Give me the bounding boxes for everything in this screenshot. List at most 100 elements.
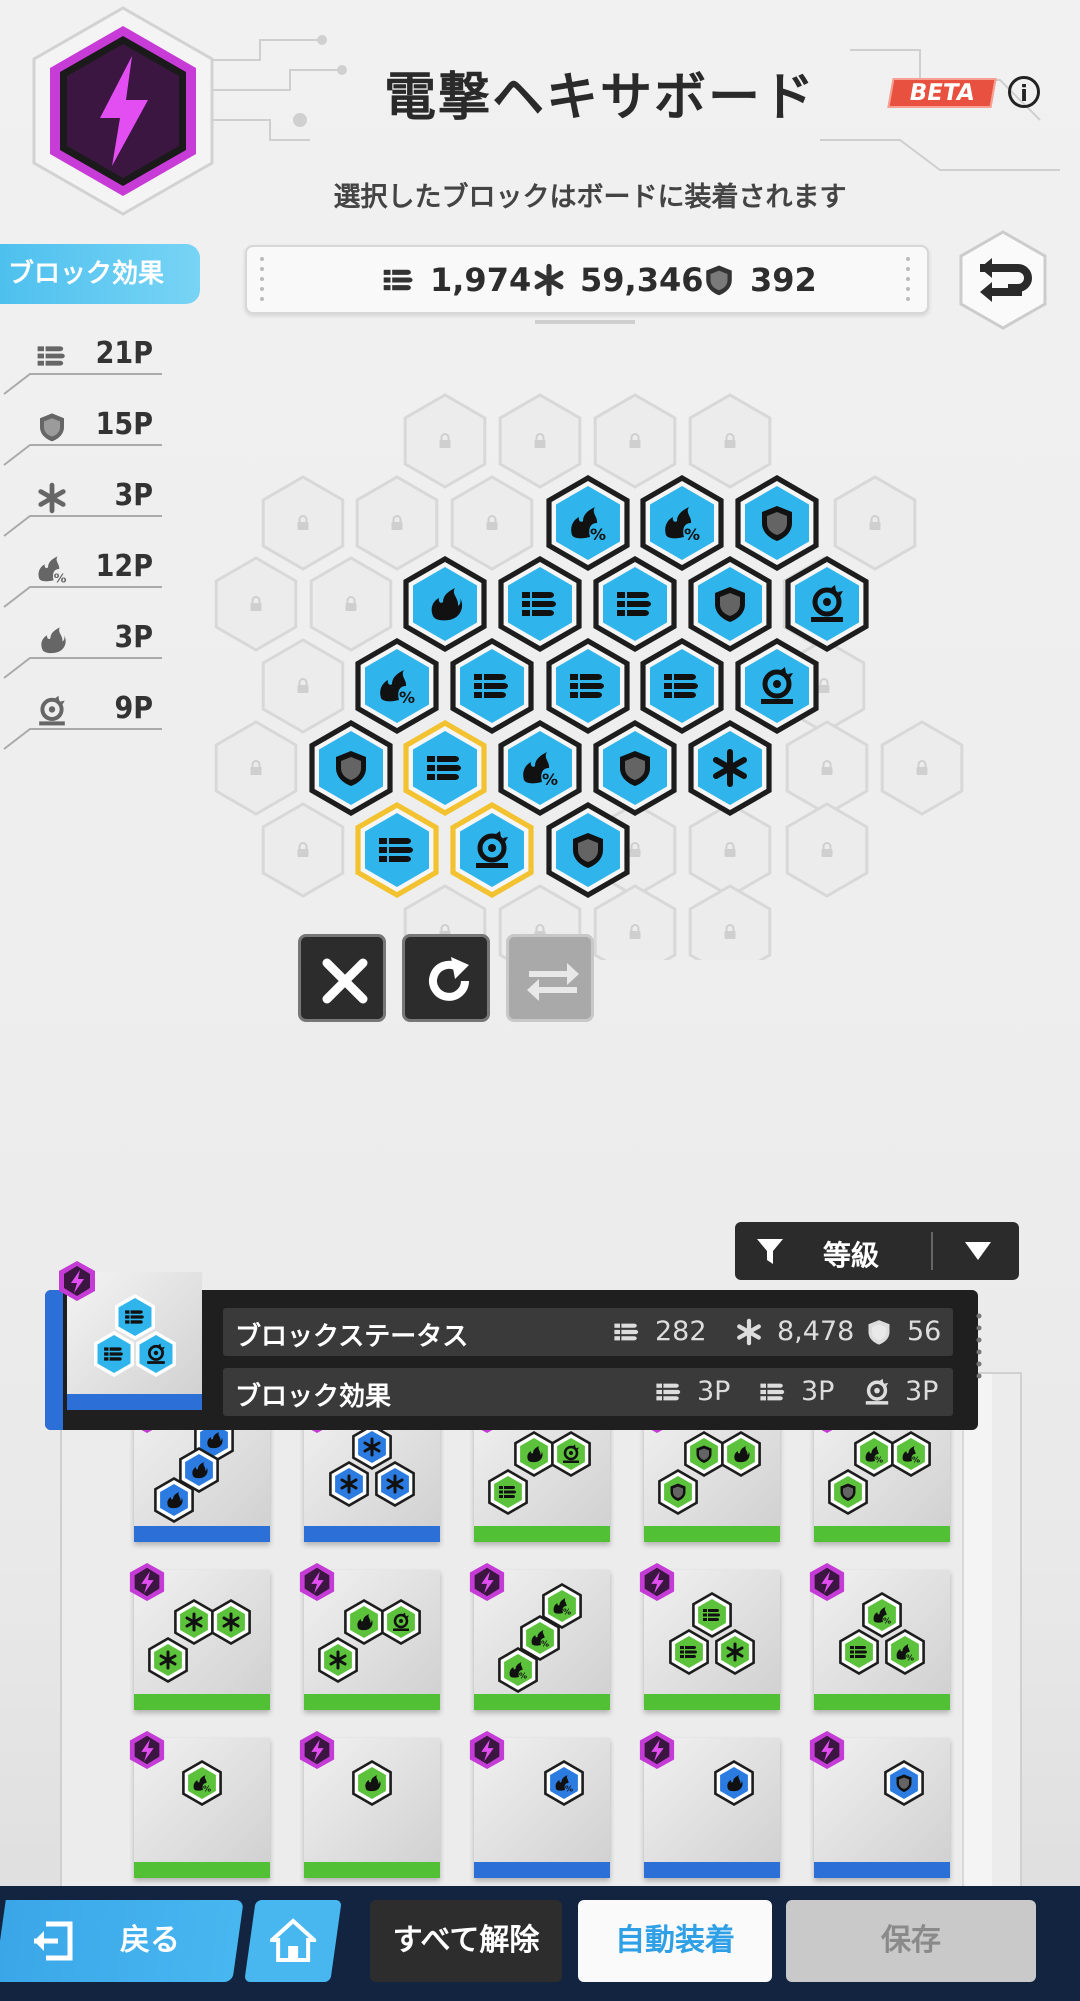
page-subtitle: 選択したブロックはボードに装着されます xyxy=(333,182,847,213)
lightning-grade-icon xyxy=(299,1731,335,1769)
block-status-asterisk-value: 8,478 xyxy=(777,1316,855,1347)
sidebar-divider xyxy=(3,657,162,679)
page-title: 電撃ヘキサボード xyxy=(383,68,816,128)
bullets-icon xyxy=(617,592,651,616)
board-stats-bar: 1,974 59,346 392 xyxy=(245,245,929,314)
shield-icon xyxy=(865,1318,893,1346)
block-status-row: ブロックステータス 282 8,478 56 xyxy=(223,1308,953,1356)
block-card[interactable] xyxy=(299,1563,440,1710)
bullets-icon xyxy=(703,1609,720,1621)
sidebar-effect-value: 15P xyxy=(95,407,153,442)
stat-bullets-value: 1,974 xyxy=(430,261,532,299)
block-card[interactable] xyxy=(469,1731,610,1878)
bullets-icon xyxy=(499,1486,516,1498)
block-effect-2-value: 3P xyxy=(801,1376,835,1407)
home-icon xyxy=(270,1918,317,1962)
shield-icon xyxy=(702,263,736,297)
sidebar-divider xyxy=(3,586,162,608)
block-status-bullets-value: 282 xyxy=(655,1316,707,1347)
sidebar-effect-row: 21P xyxy=(0,326,165,395)
bullets-icon xyxy=(655,1378,683,1406)
bullets-icon xyxy=(850,1646,867,1658)
block-card[interactable] xyxy=(809,1731,950,1878)
filter-divider xyxy=(931,1232,933,1270)
block-effect-label: ブロック効果 xyxy=(235,1382,392,1412)
lightning-grade-icon xyxy=(469,1563,505,1601)
block-card[interactable] xyxy=(129,1563,270,1710)
sidebar-effect-row: 3P xyxy=(0,468,165,537)
inventory-scrollbar[interactable] xyxy=(962,1374,992,1899)
block-card[interactable] xyxy=(639,1731,780,1878)
remove-block-button[interactable] xyxy=(298,934,386,1022)
gauge-icon xyxy=(36,695,68,727)
lightning-grade-icon xyxy=(129,1731,165,1769)
sidebar-effect-value: 3P xyxy=(114,620,153,655)
block-effect-1-value: 3P xyxy=(697,1376,731,1407)
bullets-icon xyxy=(379,838,413,862)
bullets-icon xyxy=(570,674,604,698)
block-card[interactable] xyxy=(299,1731,440,1878)
close-icon xyxy=(322,958,368,1004)
save-button[interactable]: 保存 xyxy=(786,1900,1036,1982)
auto-equip-button[interactable]: 自動装着 xyxy=(578,1900,772,1982)
bullets-icon xyxy=(664,674,698,698)
back-label: 戻る xyxy=(120,1923,180,1958)
block-card[interactable] xyxy=(469,1563,610,1710)
swap-icon xyxy=(527,963,579,1001)
block-card[interactable] xyxy=(809,1563,950,1710)
stats-underline xyxy=(535,320,635,324)
clear-all-button[interactable]: すべて解除 xyxy=(370,1900,562,1982)
sidebar-effect-value: 3P xyxy=(114,478,153,513)
fire-percent-icon xyxy=(36,553,68,585)
bullets-icon xyxy=(427,756,461,780)
bullets-icon xyxy=(36,340,68,372)
hexa-board[interactable] xyxy=(190,360,990,960)
selected-block-card xyxy=(59,1261,202,1410)
bullets-icon xyxy=(522,592,556,616)
block-card[interactable] xyxy=(639,1563,780,1710)
block-inventory[interactable] xyxy=(60,1372,1022,1901)
block-status-shield-value: 56 xyxy=(907,1316,942,1347)
rarity-stripe xyxy=(45,1290,63,1430)
lightning-grade-emblem xyxy=(28,6,218,216)
rotate-block-button[interactable] xyxy=(402,934,490,1022)
back-button[interactable]: 戻る xyxy=(0,1900,244,1982)
sidebar-effect-row: 3P xyxy=(0,610,165,679)
bullets-icon xyxy=(680,1646,697,1658)
lightning-grade-icon xyxy=(809,1731,845,1769)
sidebar-divider xyxy=(3,444,162,466)
switch-view-button[interactable] xyxy=(958,230,1048,330)
locked-slot xyxy=(593,884,677,960)
stat-asterisk-value: 59,346 xyxy=(580,261,704,299)
info-icon[interactable]: i xyxy=(1008,76,1040,108)
grade-filter-dropdown[interactable]: 等級 xyxy=(735,1222,1019,1280)
rotate-icon xyxy=(429,957,469,1001)
locked-slot xyxy=(688,884,772,960)
lightning-grade-icon xyxy=(639,1731,675,1769)
bullets-icon xyxy=(104,1347,123,1361)
chevron-down-icon xyxy=(965,1242,991,1260)
panel-grip xyxy=(976,1313,982,1379)
sidebar-effect-row: 15P xyxy=(0,397,165,466)
sidebar-divider xyxy=(3,728,162,750)
asterisk-icon xyxy=(735,1318,763,1346)
lightning-grade-icon xyxy=(809,1563,845,1601)
block-effect-tab[interactable]: ブロック効果 xyxy=(0,244,200,304)
sidebar-effect-value: 12P xyxy=(95,549,153,584)
sidebar-effect-value: 9P xyxy=(114,691,153,726)
home-button[interactable] xyxy=(244,1900,342,1982)
selected-block-panel: ブロックステータス 282 8,478 56 ブロック効果 3P 3P 3P xyxy=(45,1261,982,1430)
sidebar-effect-row: 9P xyxy=(0,681,165,750)
stat-shield-value: 392 xyxy=(750,261,817,299)
asterisk-icon xyxy=(36,482,68,514)
gauge-icon xyxy=(863,1378,891,1406)
shield-icon xyxy=(36,411,68,443)
swap-block-button[interactable] xyxy=(506,934,594,1022)
lightning-grade-icon xyxy=(129,1563,165,1601)
bullets-icon xyxy=(382,263,416,297)
filter-icon xyxy=(757,1239,783,1264)
block-status-label: ブロックステータス xyxy=(235,1322,469,1352)
bullets-icon xyxy=(125,1310,144,1324)
lightning-grade-icon xyxy=(469,1731,505,1769)
block-card[interactable] xyxy=(129,1731,270,1878)
